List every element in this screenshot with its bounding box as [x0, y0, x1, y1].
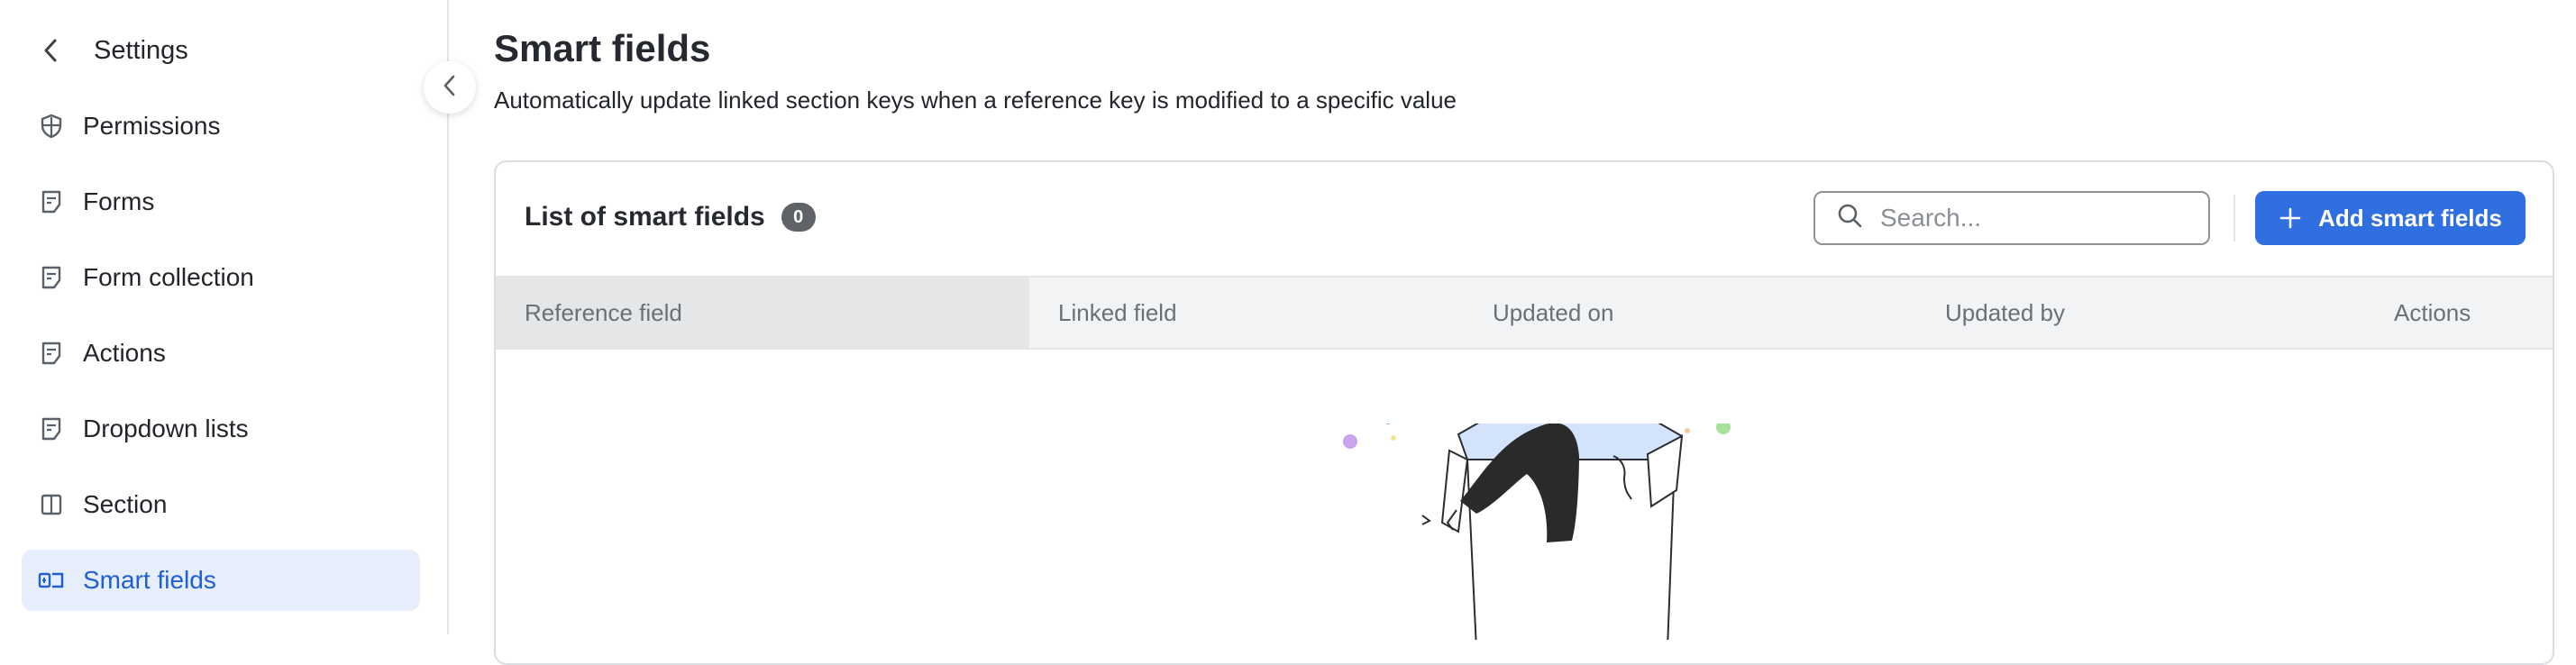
plus-icon [2279, 206, 2302, 230]
add-smart-fields-button[interactable]: Add smart fields [2255, 191, 2526, 245]
back-arrow-icon[interactable] [34, 34, 67, 67]
page-subtitle: Automatically update linked section keys… [494, 87, 1457, 114]
sidebar-item-label: Forms [83, 187, 155, 215]
collapse-sidebar-button[interactable] [424, 61, 476, 114]
sidebar-item-label: Form collection [83, 263, 254, 291]
search-box[interactable] [1813, 191, 2210, 245]
sidebar-title: Settings [94, 35, 188, 65]
form-icon [38, 264, 65, 291]
column-header-updated-by[interactable]: Updated by [1945, 278, 2065, 348]
form-icon [38, 188, 65, 215]
count-badge: 0 [781, 203, 816, 232]
sidebar-header: Settings [34, 32, 188, 68]
column-header-linked-field[interactable]: Linked field [1058, 278, 1177, 348]
sidebar-item-label: Smart fields [83, 566, 216, 594]
sidebar-item-permissions[interactable]: Permissions [22, 96, 420, 157]
search-icon [1837, 203, 1864, 234]
sidebar-item-label: Actions [83, 339, 166, 367]
sidebar-item-section[interactable]: Section [22, 474, 420, 535]
search-input[interactable] [1878, 203, 2179, 233]
sidebar-item-dropdown-lists[interactable]: Dropdown lists [22, 398, 420, 460]
add-button-label: Add smart fields [2318, 204, 2502, 232]
sidebar: Settings Permissions Forms Form collecti… [0, 0, 449, 634]
sidebar-item-forms[interactable]: Forms [22, 171, 420, 232]
table-header: Reference field Linked field Updated on … [496, 276, 2553, 350]
card-title: List of smart fields 0 [525, 202, 816, 232]
sidebar-item-label: Section [83, 490, 168, 518]
sidebar-item-smart-fields[interactable]: Smart fields [22, 550, 420, 611]
page-title: Smart fields [494, 27, 711, 69]
toolbar-divider [2233, 195, 2235, 241]
sidebar-item-label: Permissions [83, 112, 221, 140]
column-header-reference-field[interactable]: Reference field [496, 278, 1029, 348]
sidebar-item-actions[interactable]: Actions [22, 323, 420, 384]
smart-field-icon [38, 567, 65, 594]
column-header-updated-on[interactable]: Updated on [1493, 278, 1613, 348]
form-icon [38, 415, 65, 442]
empty-state-illustration [1341, 409, 1738, 650]
form-icon [38, 340, 65, 367]
columns-icon [38, 491, 65, 518]
sidebar-item-form-collection[interactable]: Form collection [22, 247, 420, 308]
card-title-text: List of smart fields [525, 202, 765, 232]
shield-icon [38, 113, 65, 140]
smart-fields-card: List of smart fields 0 Add smart fields … [494, 160, 2554, 665]
sidebar-item-label: Dropdown lists [83, 414, 249, 442]
chevron-left-icon [442, 73, 458, 103]
column-header-actions: Actions [2394, 298, 2471, 326]
